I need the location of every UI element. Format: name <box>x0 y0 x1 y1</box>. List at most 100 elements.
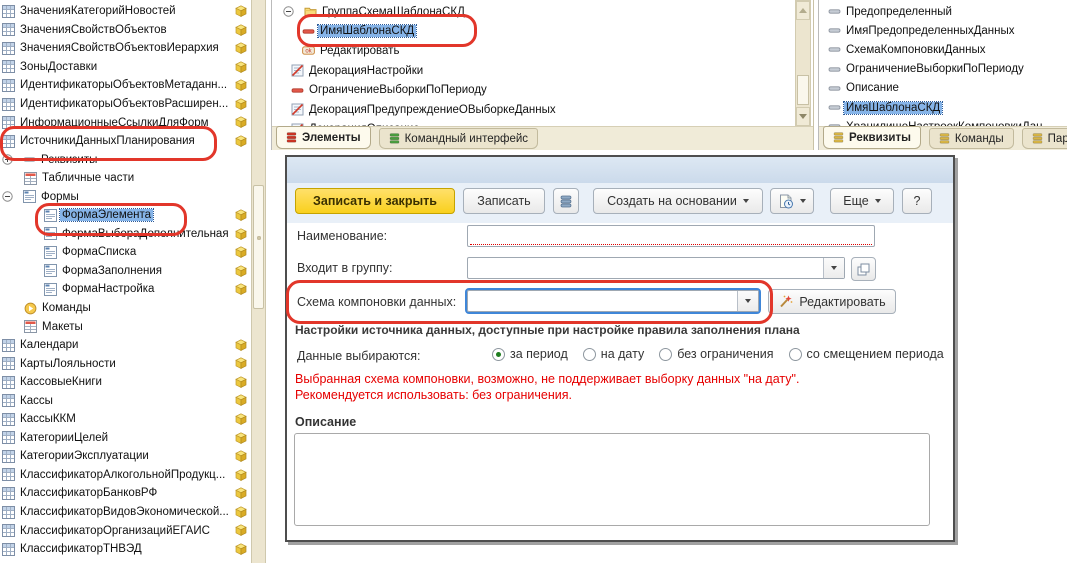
group-input[interactable] <box>467 257 845 279</box>
cube-icon <box>235 116 247 128</box>
attribute-item[interactable]: ОграничениеВыборкиПоПериоду <box>819 60 1067 79</box>
more-button[interactable]: Еще <box>830 188 894 214</box>
tree-item[interactable]: ЗоныДоставки <box>0 58 250 77</box>
group-open-button[interactable] <box>851 257 876 281</box>
name-field-label: Наименование: <box>297 229 387 243</box>
bars-yellow-icon <box>833 132 844 143</box>
tab-rekvizity[interactable]: Реквизиты <box>823 126 921 149</box>
tree-item[interactable]: КлассификаторТНВЭД <box>0 540 250 559</box>
element-group[interactable]: ГруппаСхемаШаблонаСКД <box>272 2 797 22</box>
tab-elementy[interactable]: Элементы <box>276 126 371 149</box>
tab-parametry[interactable]: Парам <box>1022 128 1067 149</box>
scrollbar-thumb[interactable] <box>797 75 809 105</box>
cube-icon <box>235 209 247 221</box>
cube-icon <box>235 61 247 73</box>
element-field[interactable]: ОграничениеВыборкиПоПериоду <box>272 80 797 100</box>
radio-na-datu[interactable]: на дату <box>583 347 644 361</box>
tree-item[interactable]: ЗначенияСвойствОбъектов <box>0 21 250 40</box>
create-based-on-button[interactable]: Создать на основании <box>593 188 763 214</box>
data-select-label: Данные выбираются: <box>297 349 420 363</box>
attribute-item-imya-shablona-skd[interactable]: ИмяШаблонаСКД <box>819 98 1067 117</box>
radio-za-period[interactable]: за период <box>492 347 568 361</box>
element-decoration[interactable]: ДекорацияНастройки <box>272 61 797 81</box>
collapse-minus-icon[interactable] <box>2 191 13 202</box>
dropdown-arrow-icon <box>800 199 806 203</box>
help-button[interactable]: ? <box>902 188 932 214</box>
attribute-item[interactable]: ХранилищеНастроекКомпоновкиДан <box>819 117 1067 126</box>
element-redaktirovat[interactable]: Редактировать <box>272 41 797 61</box>
tree-item[interactable]: ИдентификаторыОбъектовМетаданн... <box>0 76 250 95</box>
expand-plus-icon[interactable] <box>2 154 13 165</box>
button-icon <box>302 44 315 57</box>
tree-item-forma-elementa[interactable]: ФормаЭлемента <box>0 206 250 225</box>
tree-item[interactable]: Календари <box>0 336 250 355</box>
cube-icon <box>235 339 247 351</box>
scheme-field-label: Схема компоновки данных: <box>297 295 456 309</box>
description-textarea[interactable] <box>294 433 930 526</box>
scroll-up-button[interactable] <box>796 1 810 20</box>
element-imya-shablona-skd[interactable]: ИмяШаблонаСКД <box>272 22 797 42</box>
elements-scrollbar[interactable] <box>795 0 811 127</box>
save-button[interactable]: Записать <box>463 188 545 214</box>
tree-item[interactable]: ЗначенияКатегорийНовостей <box>0 2 250 21</box>
show-movements-button[interactable] <box>553 188 579 214</box>
tab-komandy[interactable]: Команды <box>929 128 1014 149</box>
dropdown-arrow-icon <box>743 199 749 203</box>
reports-button[interactable] <box>770 188 814 214</box>
save-close-button[interactable]: Записать и закрыть <box>295 188 455 214</box>
tree-item[interactable]: ЗначенияСвойствОбъектовИерархия <box>0 39 250 58</box>
tree-item-rekvizity[interactable]: Реквизиты <box>0 150 250 169</box>
tree-item[interactable]: ИнформационныеСсылкиДляФорм <box>0 113 250 132</box>
tab-komandnyj-interfejs[interactable]: Командный интерфейс <box>379 128 538 149</box>
cube-icon <box>235 394 247 406</box>
scheme-input[interactable] <box>467 290 759 312</box>
scroll-down-button[interactable] <box>796 107 810 126</box>
attribute-item[interactable]: Описание <box>819 79 1067 98</box>
radio-icon <box>492 348 505 361</box>
name-input[interactable] <box>467 225 875 247</box>
tree-item[interactable]: КассовыеКниги <box>0 373 250 392</box>
tree-item-formy[interactable]: Формы <box>0 187 250 206</box>
scheme-dropdown-button[interactable] <box>737 291 758 311</box>
decoration-icon <box>291 64 304 77</box>
left-tree-scrollbar[interactable] <box>251 0 266 563</box>
attribute-icon <box>828 63 841 76</box>
table-icon <box>2 60 15 73</box>
tree-item[interactable]: КлассификаторОрганизацийЕГАИС <box>0 521 250 540</box>
tree-item[interactable]: КатегорииЦелей <box>0 429 250 448</box>
edit-scheme-button[interactable]: Редактировать <box>768 289 896 314</box>
attribute-item[interactable]: СхемаКомпоновкиДанных <box>819 40 1067 59</box>
group-dropdown-button[interactable] <box>823 258 844 278</box>
attribute-icon <box>23 153 36 166</box>
tree-item[interactable]: КартыЛояльности <box>0 354 250 373</box>
tree-item-istochniki-dannyh-planirovaniya[interactable]: ИсточникиДанныхПланирования <box>0 132 250 151</box>
description-label: Описание <box>295 415 356 429</box>
tree-item[interactable]: ФормаЗаполнения <box>0 262 250 281</box>
radio-so-smescheniem[interactable]: со смещением периода <box>789 347 944 361</box>
attribute-item[interactable]: Предопределенный <box>819 2 1067 21</box>
cube-icon <box>235 246 247 258</box>
tree-item-makety[interactable]: Макеты <box>0 317 250 336</box>
scrollbar-thumb[interactable] <box>253 185 264 309</box>
tree-item[interactable]: КассыККМ <box>0 410 250 429</box>
tree-item[interactable]: КлассификаторБанковРФ <box>0 484 250 503</box>
tree-item-tablichnye-chasti[interactable]: Табличные части <box>0 169 250 188</box>
tree-item[interactable]: ФормаВыбораДополнительная <box>0 225 250 244</box>
attribute-item[interactable]: ИмяПредопределенныхДанных <box>819 21 1067 40</box>
table-icon <box>2 98 15 111</box>
tree-item-komandy[interactable]: Команды <box>0 299 250 318</box>
tree-item[interactable]: КатегорииЭксплуатации <box>0 447 250 466</box>
tree-item[interactable]: Кассы <box>0 391 250 410</box>
open-icon <box>857 263 870 276</box>
radio-bez-ogranicheniya[interactable]: без ограничения <box>659 347 773 361</box>
tree-item[interactable]: КлассификаторВидовЭкономической... <box>0 503 250 522</box>
tree-item[interactable]: ИдентификаторыОбъектовРасширен... <box>0 95 250 114</box>
collapse-minus-icon[interactable] <box>283 6 294 17</box>
cube-icon <box>235 135 247 147</box>
tree-item[interactable]: КлассификаторАлкогольнойПродукц... <box>0 466 250 485</box>
tree-item[interactable]: ФормаСписка <box>0 243 250 262</box>
cube-icon <box>235 5 247 17</box>
cube-icon <box>235 487 247 499</box>
tree-item[interactable]: ФормаНастройка <box>0 280 250 299</box>
element-decoration[interactable]: ДекорацияПредупреждениеОВыборкеДанных <box>272 100 797 120</box>
